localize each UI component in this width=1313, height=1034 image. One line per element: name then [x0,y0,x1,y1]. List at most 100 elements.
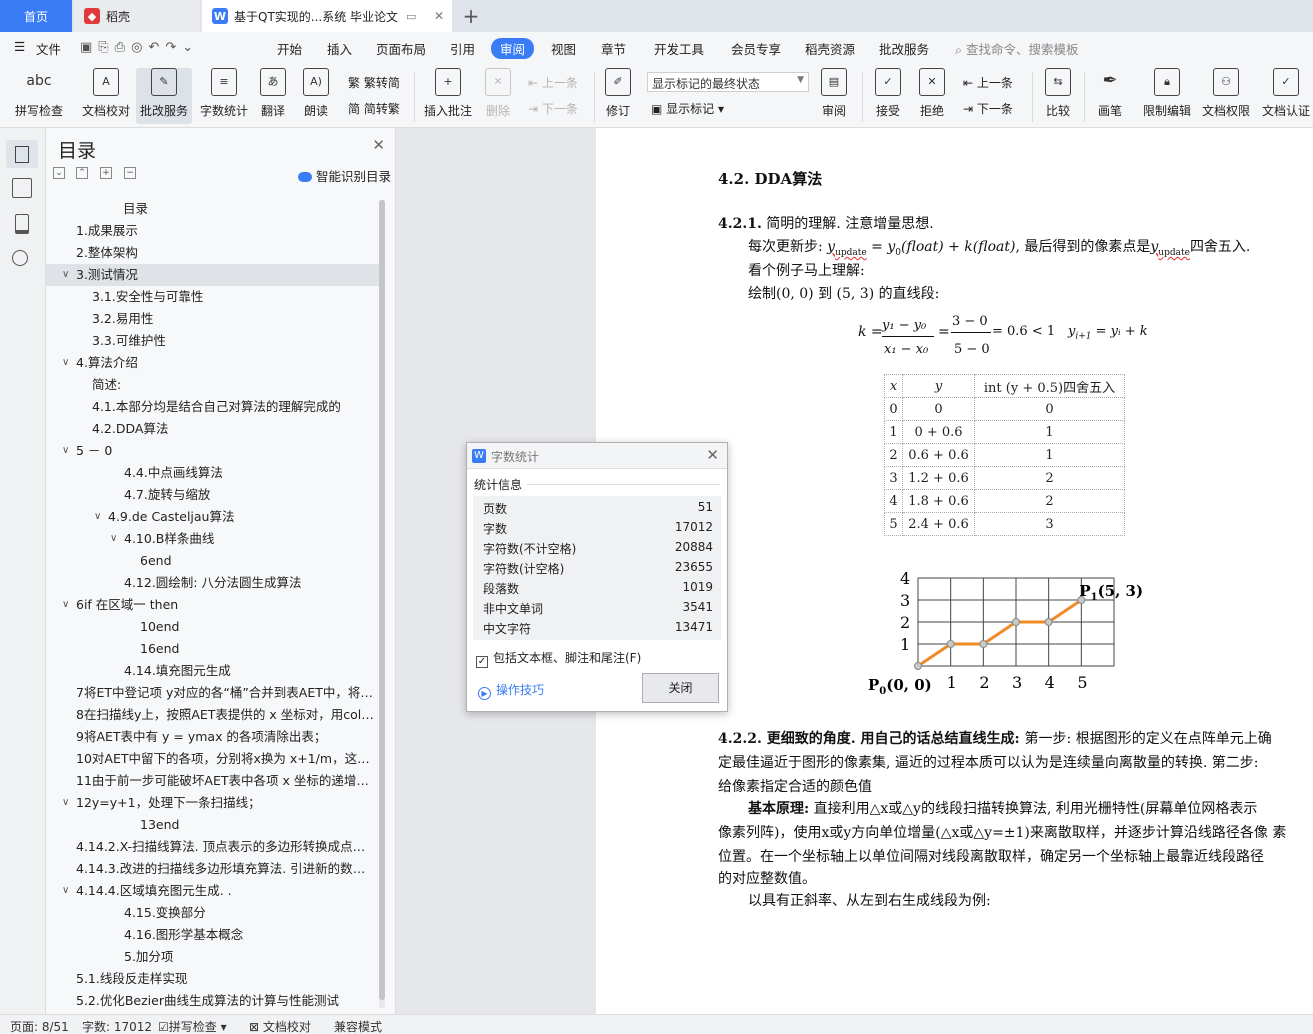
toc-item[interactable]: ∨ 4.算法介绍 [46,352,382,374]
toc-item[interactable]: 11由于前一步可能破坏AET表中各项 x 坐标的递增次序，需重新排序； [46,770,382,792]
trad-to-simp-button[interactable]: 繁 繁转简 [348,74,400,91]
toc-item[interactable]: ∨ 4.10.B样条曲线 [46,528,382,550]
dialog-close-icon[interactable]: ✕ [706,446,719,464]
toc-item[interactable]: ∨ 6if 在区域一 then [46,594,382,616]
toc-item[interactable]: ∨ 4.9.de Casteljau算法 [46,506,382,528]
close-tab-icon[interactable]: ✕ [434,9,444,23]
toc-item[interactable]: 10end [46,616,382,638]
toc-item[interactable]: 8在扫描线y上，按照AET表提供的 x 坐标对，用color实施填充； [46,704,382,726]
simp-to-trad-button[interactable]: 简 简转繁 [348,100,400,117]
tips-link[interactable]: ▶ 操作技巧 [478,681,544,700]
toc-item[interactable]: ∨ 3.测试情况 [46,264,382,286]
toc-item[interactable]: 4.14.3.改进的扫描线多边形填充算法. 引进新的数据结构 [46,858,382,880]
show-markup-button[interactable]: ▣ 显示标记 ▾ [651,100,724,117]
toc-item[interactable]: 目录 [46,198,382,220]
next-change-button[interactable]: ⇥ 下一条 [963,100,1013,117]
menu-review[interactable]: 审阅 [491,38,535,59]
chevron-down-icon[interactable]: ∨ [62,792,69,814]
dialog-titlebar[interactable]: W 字数统计 ✕ [467,443,727,469]
compare-button[interactable]: ⇆ 比较 [1040,68,1076,119]
menu-chapter[interactable]: 章节 [601,39,626,58]
toc-scroll-thumb[interactable] [379,200,385,1000]
word-count-indicator[interactable]: 字数: 17012 [82,1018,152,1034]
doc-proof-button[interactable]: A 文档校对 [78,68,134,119]
menu-layout[interactable]: 页面布局 [376,39,426,58]
command-search[interactable]: ⌕ 查找命令、搜索模板 [955,39,1079,58]
toc-item[interactable]: 5.2.优化Bezier曲线生成算法的计算与性能测试 [46,990,382,1012]
translate-button[interactable]: あ翻译 [255,68,291,119]
chevron-down-icon[interactable]: ∨ [62,880,69,902]
hamburger-icon[interactable]: ☰ [14,39,25,54]
proof-status[interactable]: ⊠ 文档校对 [249,1018,311,1034]
toc-item[interactable]: 13end [46,814,382,836]
word-count-button[interactable]: ≡ 字数统计 [196,68,252,119]
include-textbox-checkbox[interactable]: ✓ 包括文本框、脚注和尾注(F) [476,649,641,668]
chevron-down-icon[interactable]: ∨ [62,352,69,374]
toc-item[interactable]: 9将AET表中有 y = ymax 的各项清除出表； [46,726,382,748]
toc-item[interactable]: 简述: [46,374,382,396]
toc-item[interactable]: 5.加分项 [46,946,382,968]
toc-item[interactable]: ∨ 5 － 0 [46,440,382,462]
toc-scrollbar[interactable] [379,200,385,1008]
toc-item[interactable]: 4.16.图形学基本概念 [46,924,382,946]
doc-auth-button[interactable]: ✓ 文档认证 [1259,68,1313,119]
toc-item[interactable]: 1.成果展示 [46,220,382,242]
toc-item[interactable]: 4.4.中点画线算法 [46,462,382,484]
menu-home[interactable]: 开始 [277,39,302,58]
menu-daoke-resources[interactable]: 稻壳资源 [805,39,855,58]
toc-item[interactable]: ∨ 4.14.4.区域填充图元生成. . [46,880,382,902]
tab-document[interactable]: W 基于QT实现的...系统 毕业论文 ▭ ✕ [202,0,452,32]
correction-service-button[interactable]: ✎ 批改服务 [136,68,192,124]
toc-item[interactable]: 4.14.2.X-扫描线算法. 顶点表示的多边形转换成点阵表示的多边形 [46,836,382,858]
remove-item-icon[interactable]: − [124,167,136,179]
close-dialog-button[interactable]: 关闭 [642,673,719,703]
toc-item[interactable]: 4.7.旋转与缩放 [46,484,382,506]
menu-insert[interactable]: 插入 [327,39,352,58]
spell-check-status[interactable]: ☑拼写检查 ▾ [158,1018,227,1034]
insert-comment-button[interactable]: + 插入批注 [420,68,476,119]
menu-correction[interactable]: 批改服务 [879,39,929,58]
monitor-icon[interactable]: ▭ [406,10,416,23]
toc-item[interactable]: 10对AET中留下的各项，分别将x换为 x+1/m，这是求出交点的迭代计算； [46,748,382,770]
pen-button[interactable]: ✒ 画笔 [1092,68,1128,119]
toc-item[interactable]: 2.整体架构 [46,242,382,264]
menu-reference[interactable]: 引用 [450,39,475,58]
expand-all-icon[interactable]: ⌃ [76,167,88,179]
close-panel-icon[interactable]: ✕ [372,136,385,154]
quick-access-icons[interactable]: ▣⎘⎙◎↶↷⌄ [80,40,199,55]
restrict-edit-button[interactable]: 🔒︎ 限制编辑 [1141,68,1193,119]
menu-view[interactable]: 视图 [551,39,576,58]
reject-button[interactable]: ✕ 拒绝 [914,68,950,119]
tab-daoke[interactable]: ◆ 稻壳 [74,0,200,32]
search-panel-icon[interactable] [12,250,28,266]
toc-item[interactable]: 5.1.线段反走样实现 [46,968,382,990]
toc-item[interactable]: 4.1.本部分均是结合自己对算法的理解完成的 [46,396,382,418]
toc-item[interactable]: 4.2.DDA算法 [46,418,382,440]
collapse-all-icon[interactable]: ⌄ [53,167,65,179]
chevron-down-icon[interactable]: ∨ [94,506,101,528]
spell-check-button[interactable]: abc 拼写检查 [8,68,70,119]
tab-home[interactable]: 首页 [0,0,72,32]
toc-item[interactable]: 4.12.圆绘制: 八分法圆生成算法 [46,572,382,594]
chevron-down-icon[interactable]: ∨ [62,440,69,462]
chapter-nav-icon[interactable] [12,178,32,198]
toc-item[interactable]: 4.14.填充图元生成 [46,660,382,682]
prev-change-button[interactable]: ⇤ 上一条 [963,74,1013,91]
toc-item[interactable]: 3.1.安全性与可靠性 [46,286,382,308]
accept-button[interactable]: ✓ 接受 [870,68,906,119]
toc-nav-icon[interactable] [6,140,38,168]
toc-item[interactable]: ∨ 12y=y+1，处理下一条扫描线； [46,792,382,814]
menu-file[interactable]: 文件 [36,39,61,58]
toc-item[interactable]: 7将ET中登记项 y对应的各“桶”合并到表AET中，将AET表中的各项按 x 值… [46,682,382,704]
toc-item[interactable]: 16end [46,638,382,660]
page-indicator[interactable]: 页面: 8/51 [10,1018,69,1034]
toc-item[interactable]: 3.2.易用性 [46,308,382,330]
chevron-down-icon[interactable]: ∨ [62,264,69,286]
toc-item[interactable]: 4.15.变换部分 [46,902,382,924]
doc-permission-button[interactable]: ⚇ 文档权限 [1199,68,1253,119]
markup-state-select[interactable]: 显示标记的最终状态 ▼ [647,72,809,92]
menu-developer[interactable]: 开发工具 [654,39,704,58]
chevron-down-icon[interactable]: ∨ [110,528,117,550]
chevron-down-icon[interactable]: ∨ [62,594,69,616]
bookmark-icon[interactable] [15,214,29,234]
